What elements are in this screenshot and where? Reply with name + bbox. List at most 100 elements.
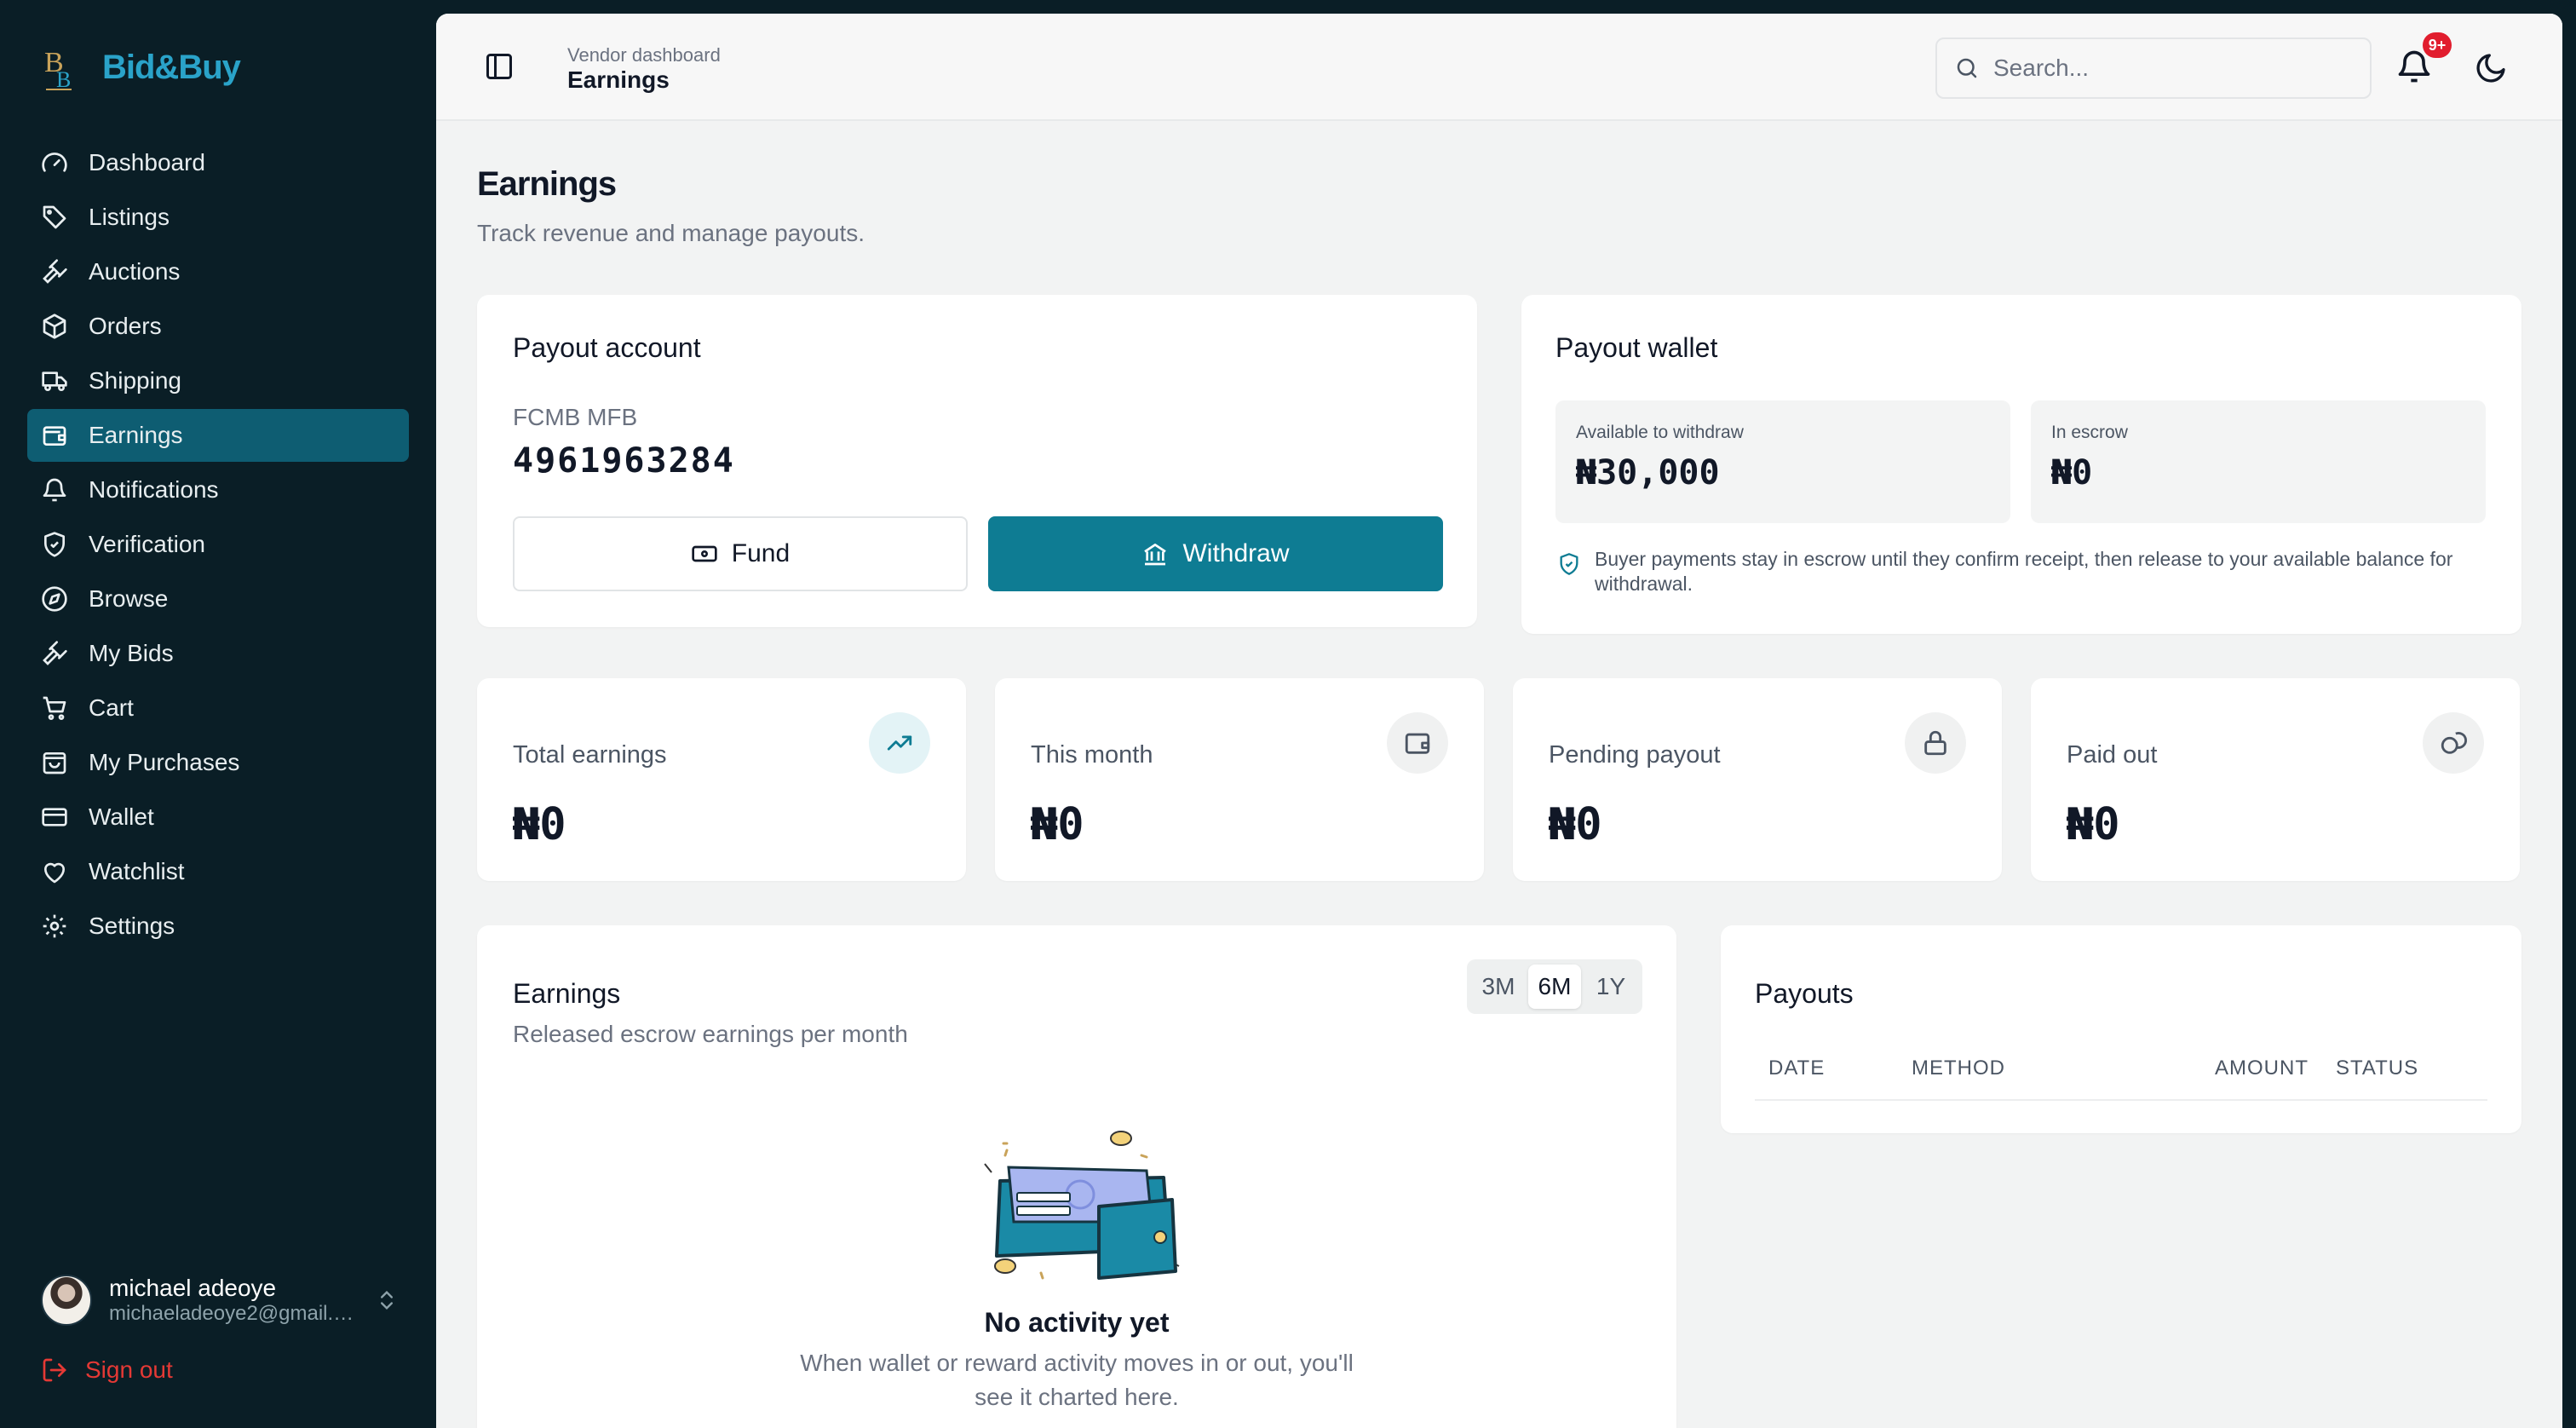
- sign-out-label: Sign out: [85, 1356, 173, 1383]
- sidebar-item-label: Cart: [89, 694, 134, 721]
- sidebar-item-orders[interactable]: Orders: [27, 300, 409, 353]
- chevrons-up-down-icon[interactable]: [375, 1288, 399, 1312]
- shield-check-icon: [44, 532, 65, 557]
- coins-icon: [2441, 732, 2467, 754]
- wallet-icon: [43, 426, 66, 446]
- user-name: michael adeoye: [109, 1275, 277, 1301]
- page-subtitle: Track revenue and manage payouts.: [477, 220, 865, 246]
- tag-icon: [43, 205, 66, 229]
- breadcrumb-parent[interactable]: Vendor dashboard: [567, 44, 721, 66]
- sidebar-item-listings[interactable]: Listings: [27, 191, 409, 244]
- empty-state-text: When wallet or reward activity moves in …: [800, 1350, 1354, 1410]
- payout-account-card: Payout account FCMB MFB 4961963284 Fund …: [477, 295, 1477, 627]
- empty-state-title: No activity yet: [984, 1307, 1170, 1338]
- sidebar-item-verification[interactable]: Verification: [27, 518, 409, 571]
- sign-out-button[interactable]: Sign out: [41, 1356, 173, 1384]
- sidebar-item-label: Shipping: [89, 367, 181, 394]
- available-value: ₦30,000: [1576, 453, 1720, 492]
- range-3m-button[interactable]: 3M: [1472, 964, 1525, 1009]
- escrow-label: In escrow: [2051, 423, 2128, 442]
- sidebar-item-label: Verification: [89, 531, 205, 557]
- sidebar-toggle-icon[interactable]: [484, 51, 515, 82]
- available-label: Available to withdraw: [1576, 423, 1744, 442]
- stat-card-paid-out: Paid out ₦0: [2031, 678, 2520, 881]
- notification-badge: 9+: [2423, 32, 2452, 58]
- log-out-icon: [43, 1358, 66, 1382]
- earnings-chart-card: Earnings Released escrow earnings per mo…: [477, 925, 1676, 1428]
- sidebar-item-label: My Purchases: [89, 749, 240, 775]
- sidebar-item-label: Earnings: [89, 422, 183, 448]
- stat-value: ₦0: [513, 799, 566, 850]
- sidebar-item-earnings[interactable]: Earnings: [27, 409, 409, 462]
- shield-check-icon: [1560, 553, 1578, 575]
- avatar: [41, 1275, 92, 1326]
- payout-account-title: Payout account: [513, 332, 701, 363]
- moon-icon[interactable]: [2474, 51, 2508, 85]
- topbar: Vendor dashboard Earnings 9+: [436, 14, 2562, 121]
- withdraw-label: Withdraw: [1182, 539, 1290, 567]
- earnings-chart-title: Earnings: [513, 978, 621, 1009]
- empty-wallet-illustration: [984, 1131, 1180, 1280]
- column-status: STATUS: [2336, 1057, 2419, 1080]
- breadcrumb-current: Earnings: [567, 66, 670, 93]
- sidebar-item-my-bids[interactable]: My Bids: [27, 627, 409, 680]
- sidebar-item-wallet[interactable]: Wallet: [27, 791, 409, 844]
- wallet-icon: [1405, 733, 1430, 754]
- sidebar: B B Bid&Buy Dashboard Listings Auctions …: [0, 0, 436, 1428]
- column-date: DATE: [1768, 1057, 1826, 1080]
- stat-label: Pending payout: [1549, 741, 1721, 769]
- svg-text:B: B: [56, 67, 71, 92]
- sidebar-item-browse[interactable]: Browse: [27, 573, 409, 625]
- banknote-icon: [692, 545, 717, 562]
- stat-card-pending-payout: Pending payout ₦0: [1513, 678, 2002, 881]
- user-menu[interactable]: michael adeoye michaeladeoye2@gmail.c...: [41, 1275, 399, 1326]
- brand-name: Bid&Buy: [102, 48, 241, 86]
- search-input[interactable]: [1993, 55, 2351, 82]
- search-box[interactable]: [1935, 37, 2372, 99]
- stat-icon-wrap: [1905, 712, 1966, 774]
- heart-icon: [44, 862, 65, 884]
- sidebar-item-label: Auctions: [89, 258, 181, 285]
- payouts-title: Payouts: [1755, 978, 1854, 1009]
- cart-icon: [43, 696, 66, 720]
- trending-up-icon: [887, 735, 912, 751]
- sidebar-item-label: My Bids: [89, 640, 174, 666]
- column-amount: AMOUNT: [2215, 1057, 2309, 1080]
- stat-value: ₦0: [1549, 799, 1602, 850]
- withdraw-button[interactable]: Withdraw: [988, 516, 1443, 591]
- sidebar-item-label: Wallet: [89, 803, 154, 830]
- sidebar-item-cart[interactable]: Cart: [27, 682, 409, 734]
- sidebar-item-my-purchases[interactable]: My Purchases: [27, 736, 409, 789]
- brand-logo[interactable]: B B Bid&Buy: [41, 43, 241, 92]
- stat-card-this-month: This month ₦0: [995, 678, 1484, 881]
- sidebar-item-shipping[interactable]: Shipping: [27, 354, 409, 407]
- range-6m-button[interactable]: 6M: [1528, 964, 1581, 1009]
- escrow-note-text: Buyer payments stay in escrow until they…: [1595, 548, 2453, 595]
- search-icon: [1957, 58, 1977, 78]
- stat-icon-wrap: [869, 712, 930, 774]
- account-number: 4961963284: [513, 441, 735, 481]
- brand-mark-icon: B B: [44, 47, 72, 92]
- credit-card-icon: [42, 808, 67, 826]
- fund-button[interactable]: Fund: [513, 516, 968, 591]
- sidebar-item-label: Browse: [89, 585, 169, 612]
- sidebar-item-dashboard[interactable]: Dashboard: [27, 136, 409, 189]
- sidebar-item-notifications[interactable]: Notifications: [27, 464, 409, 516]
- column-method: METHOD: [1912, 1057, 2005, 1080]
- stat-label: Paid out: [2067, 741, 2158, 769]
- sidebar-item-label: Listings: [89, 204, 170, 230]
- truck-icon: [42, 371, 67, 391]
- range-1y-button[interactable]: 1Y: [1584, 964, 1637, 1009]
- stat-card-total-earnings: Total earnings ₦0: [477, 678, 966, 881]
- bank-name: FCMB MFB: [513, 404, 638, 430]
- sidebar-item-label: Orders: [89, 313, 162, 339]
- sidebar-item-watchlist[interactable]: Watchlist: [27, 845, 409, 898]
- escrow-value: ₦0: [2051, 453, 2093, 492]
- sidebar-item-auctions[interactable]: Auctions: [27, 245, 409, 298]
- shopping-bag-icon: [43, 752, 66, 774]
- sidebar-item-label: Watchlist: [89, 858, 185, 884]
- page-title: Earnings: [477, 165, 617, 203]
- payout-wallet-card: Payout wallet Available to withdraw ₦30,…: [1521, 295, 2521, 634]
- sidebar-item-settings[interactable]: Settings: [27, 900, 409, 953]
- gear-icon: [43, 914, 66, 938]
